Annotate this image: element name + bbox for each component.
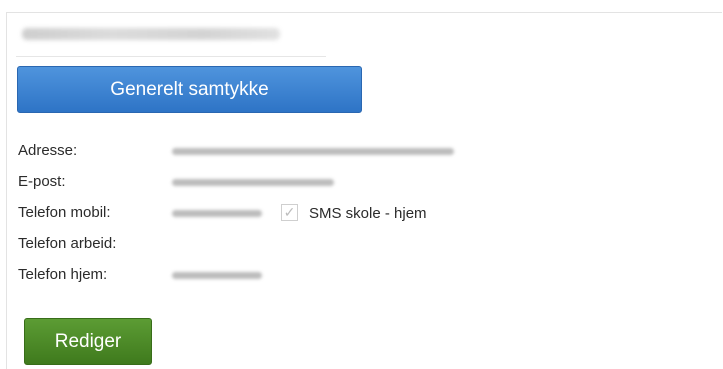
work-phone-label: Telefon arbeid: — [18, 235, 117, 252]
email-label: E-post: — [18, 173, 66, 190]
student-name-redacted — [22, 28, 280, 40]
address-label: Adresse: — [18, 142, 78, 159]
general-consent-button[interactable]: Generelt samtykke — [17, 66, 362, 113]
home-phone-label: Telefon hjem: — [18, 266, 108, 283]
address-value-redacted — [172, 148, 454, 155]
sms-school-home-checkbox[interactable]: ✓ — [281, 204, 298, 221]
check-icon: ✓ — [283, 204, 296, 220]
name-divider — [16, 56, 326, 57]
email-value-redacted — [172, 179, 334, 186]
sms-school-home-label: SMS skole - hjem — [309, 205, 427, 222]
edit-button[interactable]: Rediger — [24, 318, 152, 365]
mobile-phone-value-redacted — [172, 210, 262, 217]
home-phone-value-redacted — [172, 272, 262, 279]
mobile-phone-label: Telefon mobil: — [18, 204, 111, 221]
